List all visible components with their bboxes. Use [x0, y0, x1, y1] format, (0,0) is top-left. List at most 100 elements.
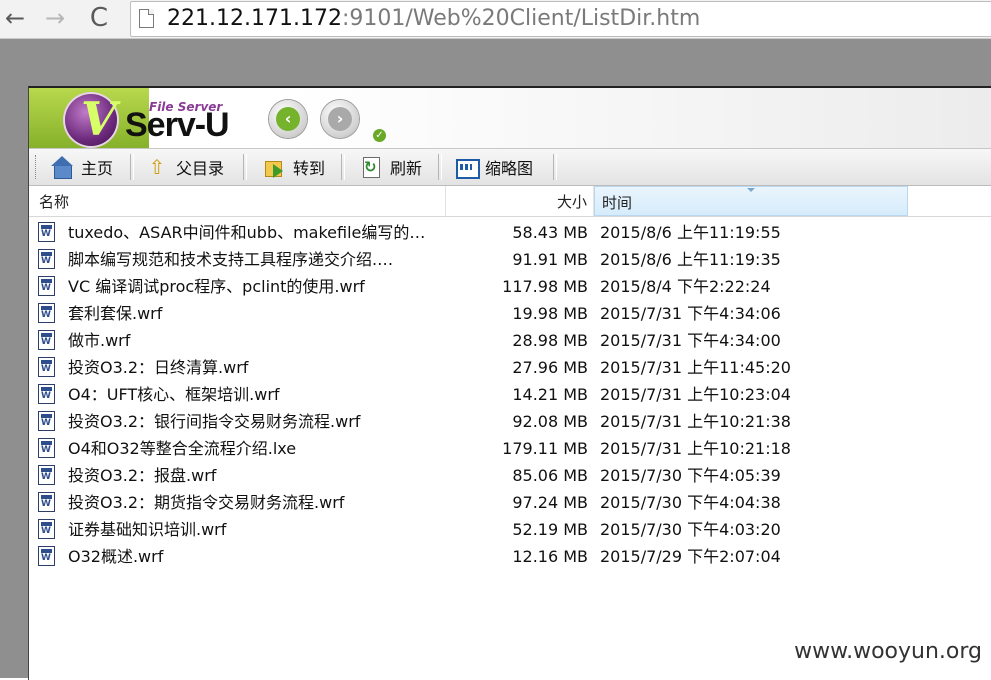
- thumbnail-view-icon: [455, 156, 480, 179]
- file-icon: [38, 519, 55, 539]
- file-icon: [38, 222, 55, 242]
- file-name[interactable]: 脚本编写规范和技术支持工具程序递交介绍.…: [68, 247, 440, 273]
- url-text[interactable]: 221.12.171.172:9101/Web%20Client/ListDir…: [167, 4, 700, 34]
- goto-folder-icon: [263, 156, 285, 178]
- folder-up-icon: ⇧: [148, 154, 166, 179]
- file-row[interactable]: O32概述.wrf 12.16 MB 2015/7/29 下午2:07:04: [29, 544, 991, 571]
- file-row[interactable]: 脚本编写规范和技术支持工具程序递交介绍.… 91.91 MB 2015/8/6 …: [29, 247, 991, 274]
- file-row[interactable]: 投资O3.2：期货指令交易财务流程.wrf 97.24 MB 2015/7/30…: [29, 490, 991, 517]
- file-row[interactable]: VC 编译调试proc程序、pclint的使用.wrf 117.98 MB 20…: [29, 274, 991, 301]
- logo-back-button[interactable]: ‹: [269, 100, 307, 138]
- file-name[interactable]: 投资O3.2：日终清算.wrf: [68, 355, 440, 381]
- address-bar[interactable]: 221.12.171.172:9101/Web%20Client/ListDir…: [130, 1, 991, 37]
- file-time: 2015/7/31 上午11:45:20: [600, 358, 791, 377]
- toolbar-grip: [35, 155, 39, 179]
- home-label: 主页: [81, 158, 114, 178]
- refresh-button[interactable]: 刷新: [360, 153, 422, 180]
- file-size: 97.24 MB: [512, 493, 588, 512]
- logo-brand-text: Serv-U: [125, 106, 230, 144]
- parent-dir-button[interactable]: ⇧ 父目录: [146, 153, 224, 180]
- chevron-left-icon: ‹: [276, 107, 300, 131]
- file-row[interactable]: 套利套保.wrf 19.98 MB 2015/7/31 下午4:34:06: [29, 301, 991, 328]
- file-icon: [38, 492, 55, 512]
- file-size: 27.96 MB: [512, 358, 588, 377]
- file-row[interactable]: 投资O3.2：报盘.wrf 85.06 MB 2015/7/30 下午4:05:…: [29, 463, 991, 490]
- goto-button[interactable]: 转到: [263, 153, 325, 180]
- parent-dir-label: 父目录: [176, 158, 225, 178]
- refresh-label: 刷新: [390, 158, 423, 178]
- file-name[interactable]: 投资O3.2：报盘.wrf: [68, 463, 440, 489]
- file-time: 2015/7/31 上午10:23:04: [600, 385, 791, 404]
- home-icon: [51, 155, 73, 179]
- thumbnails-button[interactable]: 缩略图: [455, 153, 533, 180]
- sort-descending-icon: [747, 188, 755, 192]
- file-row[interactable]: 投资O3.2：银行间指令交易财务流程.wrf 92.08 MB 2015/7/3…: [29, 409, 991, 436]
- file-row[interactable]: 做市.wrf 28.98 MB 2015/7/31 下午4:34:00: [29, 328, 991, 355]
- file-size: 91.91 MB: [512, 250, 588, 269]
- browser-toolbar: ← → C 221.12.171.172:9101/Web%20Client/L…: [0, 0, 991, 39]
- file-row[interactable]: O4：UFT核心、框架培训.wrf 14.21 MB 2015/7/31 上午1…: [29, 382, 991, 409]
- file-list: tuxedo、ASAR中间件和ubb、makefile编写的… 58.43 MB…: [29, 220, 991, 571]
- reload-icon[interactable]: C: [86, 4, 112, 32]
- file-name[interactable]: 做市.wrf: [68, 328, 440, 354]
- file-row[interactable]: 投资O3.2：日终清算.wrf 27.96 MB 2015/7/31 上午11:…: [29, 355, 991, 382]
- file-icon: [38, 303, 55, 323]
- file-time: 2015/8/6 上午11:19:55: [600, 223, 781, 242]
- check-icon: ✓: [373, 129, 386, 142]
- file-row[interactable]: 证券基础知识培训.wrf 52.19 MB 2015/7/30 下午4:03:2…: [29, 517, 991, 544]
- file-time: 2015/7/30 下午4:03:20: [600, 520, 781, 539]
- file-icon: [38, 465, 55, 485]
- column-header-name[interactable]: 名称: [29, 186, 446, 216]
- list-header: 名称 大小 时间: [29, 186, 991, 217]
- column-header-time[interactable]: 时间: [594, 186, 908, 216]
- file-size: 28.98 MB: [512, 331, 588, 350]
- file-name[interactable]: 套利套保.wrf: [68, 301, 440, 327]
- file-row[interactable]: O4和O32等整合全流程介绍.lxe 179.11 MB 2015/7/31 上…: [29, 436, 991, 463]
- file-name[interactable]: 证券基础知识培训.wrf: [68, 517, 440, 543]
- file-icon: [38, 384, 55, 404]
- file-name[interactable]: tuxedo、ASAR中间件和ubb、makefile编写的…: [68, 220, 440, 246]
- file-time: 2015/7/30 下午4:05:39: [600, 466, 781, 485]
- file-time: 2015/8/4 下午2:22:24: [600, 277, 771, 296]
- file-name[interactable]: O32概述.wrf: [68, 544, 440, 570]
- serv-u-web-client: V File Server Serv-U ‹ › ✓ 主页 ⇧ 父目录 转到 刷: [28, 86, 991, 680]
- toolbar-separator: [130, 154, 134, 180]
- file-name[interactable]: O4和O32等整合全流程介绍.lxe: [68, 436, 440, 462]
- file-size: 179.11 MB: [502, 439, 588, 458]
- file-size: 52.19 MB: [512, 520, 588, 539]
- file-time: 2015/8/6 上午11:19:35: [600, 250, 781, 269]
- logo-v-letter: V: [81, 92, 117, 146]
- column-header-time-label: 时间: [602, 194, 633, 212]
- url-path: :9101/Web%20Client/ListDir.htm: [341, 6, 701, 31]
- file-time: 2015/7/31 下午4:34:00: [600, 331, 781, 350]
- forward-arrow-icon[interactable]: →: [42, 4, 68, 32]
- file-size: 92.08 MB: [512, 412, 588, 431]
- file-size: 85.06 MB: [512, 466, 588, 485]
- thumbnails-label: 缩略图: [485, 158, 534, 178]
- column-header-size[interactable]: 大小: [446, 186, 594, 216]
- file-icon: [38, 330, 55, 350]
- file-name[interactable]: O4：UFT核心、框架培训.wrf: [68, 382, 440, 408]
- file-name[interactable]: 投资O3.2：银行间指令交易财务流程.wrf: [68, 409, 440, 435]
- page-icon: [139, 9, 154, 28]
- file-name[interactable]: 投资O3.2：期货指令交易财务流程.wrf: [68, 490, 440, 516]
- file-icon: [38, 411, 55, 431]
- file-time: 2015/7/31 下午4:34:06: [600, 304, 781, 323]
- goto-label: 转到: [293, 158, 326, 178]
- back-arrow-icon[interactable]: ←: [2, 4, 28, 32]
- toolbar-separator: [341, 154, 345, 180]
- file-name[interactable]: VC 编译调试proc程序、pclint的使用.wrf: [68, 274, 440, 300]
- file-icon: [38, 357, 55, 377]
- chevron-right-icon: ›: [328, 107, 352, 131]
- toolbar: 主页 ⇧ 父目录 转到 刷新 缩略图: [29, 148, 991, 186]
- toolbar-separator: [438, 154, 442, 180]
- file-time: 2015/7/30 下午4:04:38: [600, 493, 781, 512]
- file-size: 58.43 MB: [512, 223, 588, 242]
- home-button[interactable]: 主页: [51, 153, 113, 180]
- toolbar-separator: [553, 154, 557, 180]
- toolbar-separator: [243, 154, 247, 180]
- file-time: 2015/7/31 上午10:21:18: [600, 439, 791, 458]
- file-icon: [38, 438, 55, 458]
- logo-forward-button[interactable]: ›: [321, 100, 359, 138]
- file-row[interactable]: tuxedo、ASAR中间件和ubb、makefile编写的… 58.43 MB…: [29, 220, 991, 247]
